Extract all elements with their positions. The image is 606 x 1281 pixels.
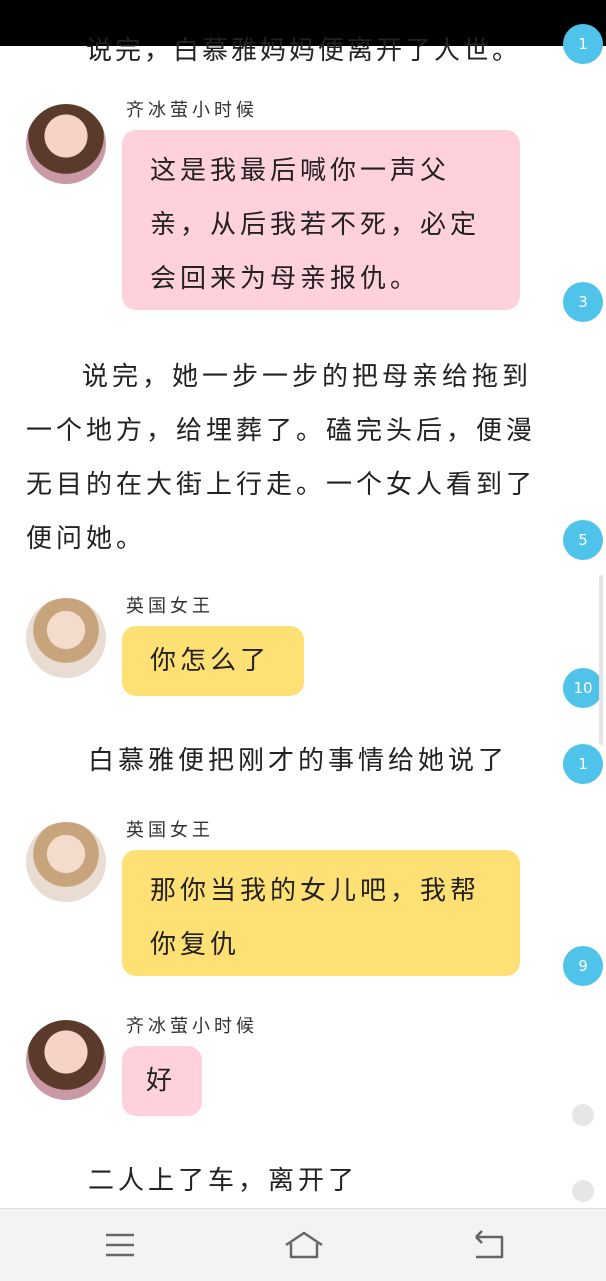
scrollbar[interactable] — [599, 575, 603, 745]
comment-placeholder-dot[interactable] — [572, 1104, 594, 1126]
speaker-name: 齐冰萤小时候 — [126, 1016, 258, 1037]
narration-paragraph: 白慕雅便把刚才的事情给她说了 — [88, 746, 509, 776]
comment-count-badge[interactable]: 1 — [563, 744, 603, 784]
comment-count-badge[interactable]: 9 — [563, 946, 603, 986]
avatar[interactable] — [26, 104, 106, 184]
back-icon[interactable] — [466, 1225, 510, 1265]
speaker-name: 英国女王 — [126, 596, 214, 617]
comment-count-badge[interactable]: 5 — [563, 520, 603, 560]
avatar[interactable] — [26, 1020, 106, 1100]
navigation-bar — [0, 1208, 606, 1281]
avatar[interactable] — [26, 822, 106, 902]
chat-bubble: 那你当我的女儿吧，我帮你复仇 — [122, 850, 520, 976]
chat-bubble: 好 — [122, 1046, 202, 1116]
chat-bubble: 你怎么了 — [122, 626, 304, 696]
comment-count-badge[interactable]: 10 — [563, 668, 603, 708]
comment-placeholder-dot[interactable] — [572, 1180, 594, 1202]
comment-count-badge[interactable]: 3 — [563, 282, 603, 322]
home-icon[interactable] — [282, 1225, 326, 1265]
narration-paragraph: 二人上了车，离开了 — [88, 1166, 359, 1196]
narration-paragraph: 说完，她一步一步的把母亲给拖到一个地方，给埋葬了。磕完头后，便漫无目的在大街上行… — [26, 362, 537, 554]
comment-count-badge[interactable]: 1 — [563, 24, 603, 64]
menu-icon[interactable] — [98, 1225, 142, 1265]
cut-off-paragraph: 说完，白慕雅妈妈便离开了人世。 — [86, 36, 522, 66]
avatar[interactable] — [26, 598, 106, 678]
speaker-name: 英国女王 — [126, 820, 214, 841]
chat-bubble: 这是我最后喊你一声父亲，从后我若不死，必定会回来为母亲报仇。 — [122, 130, 520, 310]
speaker-name: 齐冰萤小时候 — [126, 100, 258, 121]
